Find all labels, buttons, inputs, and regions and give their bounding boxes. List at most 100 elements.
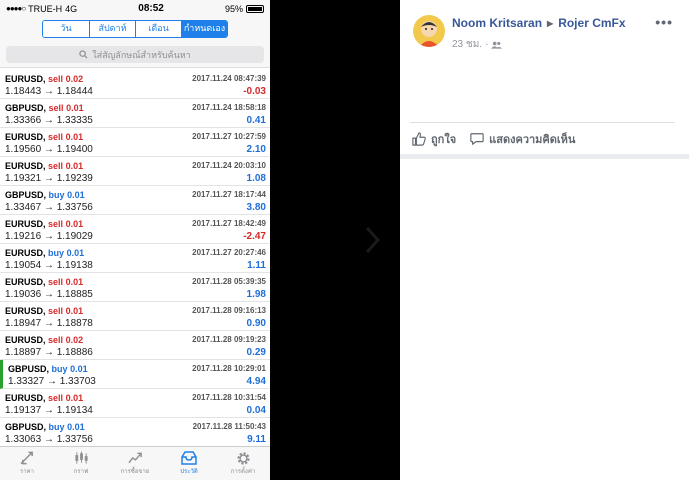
trade-direction: buy 0.01 (48, 248, 84, 258)
mt4-history-screen: ●●●●○ TRUE-H 4G 08:52 95% วัน สัปดาห์ เดือ… (0, 0, 270, 480)
arrow-right-icon: → (43, 347, 54, 358)
trade-symbol: GBPUSD, (5, 422, 47, 432)
trade-prices: 1.33467 → 1.33756 (5, 202, 93, 213)
arrow-right-icon: → (43, 260, 54, 271)
trade-prices: 1.19321 → 1.19239 (5, 173, 93, 184)
trade-row[interactable]: GBPUSD, buy 0.01 2017.11.28 11:50:43 1.330… (0, 418, 270, 447)
trade-direction-label: buy (48, 422, 65, 432)
trade-symbol: EURUSD, (5, 393, 46, 403)
trade-symbol: EURUSD, (5, 248, 46, 258)
trade-direction-label: buy (48, 190, 65, 200)
period-tab[interactable]: สัปดาห์ (89, 21, 135, 37)
period-tab[interactable]: เดือน (135, 21, 181, 37)
trade-row[interactable]: EURUSD, sell 0.02 2017.11.28 09:19:23 1.18… (0, 331, 270, 360)
open-price: 1.18443 (5, 86, 42, 97)
trade-direction: sell 0.01 (48, 277, 83, 287)
trade-row[interactable]: GBPUSD, buy 0.01 2017.11.27 18:17:44 1.334… (0, 186, 270, 215)
trade-direction-label: sell (48, 161, 64, 171)
trade-icon (127, 451, 143, 465)
trade-symbol: EURUSD, (5, 306, 46, 316)
tab-settings[interactable]: การตั้งค่า (216, 447, 270, 480)
close-price: 1.19138 (56, 260, 93, 271)
divider (400, 154, 689, 159)
trade-symbol-line: EURUSD, buy 0.01 (5, 248, 84, 258)
carrier-label: TRUE-H (28, 3, 63, 14)
trade-row[interactable]: EURUSD, sell 0.02 2017.11.24 08:47:39 1.18… (0, 70, 270, 99)
post-time[interactable]: 23 ชม. (452, 37, 482, 52)
trade-row[interactable]: EURUSD, sell 0.01 2017.11.27 18:42:49 1.19… (0, 215, 270, 244)
trade-direction: buy 0.01 (49, 190, 85, 200)
like-button[interactable]: ถูกใจ (412, 130, 456, 148)
trade-direction: sell 0.01 (48, 219, 83, 229)
arrow-right-icon: → (43, 289, 54, 300)
period-tab[interactable]: กำหนดเอง (181, 21, 227, 37)
trade-date: 2017.11.24 18:58:18 (192, 103, 266, 112)
recipient-name[interactable]: Rojer CmFx (558, 16, 625, 30)
trade-symbol: EURUSD, (5, 335, 46, 345)
trade-row[interactable]: GBPUSD, buy 0.01 2017.11.28 10:29:01 1.333… (0, 360, 270, 389)
trade-lot: 0.01 (66, 103, 84, 113)
comment-label: แสดงความคิดเห็น (489, 133, 576, 146)
trade-date: 2017.11.24 20:03:10 (192, 161, 266, 170)
status-bar: ●●●●○ TRUE-H 4G 08:52 95% (0, 0, 270, 17)
post-header: Noom Kritsaran ▶ Rojer CmFx (452, 16, 626, 30)
open-price: 1.19216 (5, 231, 42, 242)
chevron-right-icon[interactable] (362, 225, 382, 255)
trade-date: 2017.11.27 10:27:59 (192, 132, 266, 141)
tab-quotes[interactable]: ราคา (0, 447, 54, 480)
trade-prices: 1.33063 → 1.33756 (5, 434, 93, 445)
arrow-right-icon: → (43, 231, 54, 242)
trade-row[interactable]: EURUSD, sell 0.01 2017.11.24 20:03:10 1.19… (0, 157, 270, 186)
trade-row[interactable]: EURUSD, buy 0.01 2017.11.27 20:27:46 1.190… (0, 244, 270, 273)
tab-trade[interactable]: การซื้อขาย (108, 447, 162, 480)
trade-date: 2017.11.28 10:29:01 (192, 364, 266, 373)
trade-row[interactable]: EURUSD, sell 0.01 2017.11.27 10:27:59 1.19… (0, 128, 270, 157)
trade-row[interactable]: EURUSD, sell 0.01 2017.11.28 05:39:35 1.19… (0, 273, 270, 302)
trade-row[interactable]: EURUSD, sell 0.01 2017.11.28 09:16:13 1.18… (0, 302, 270, 331)
trade-lot: 0.01 (65, 161, 84, 171)
battery-percent: 95% (224, 3, 243, 14)
open-price: 1.33467 (5, 202, 42, 213)
trade-direction: sell 0.01 (48, 161, 83, 171)
dot-separator: · (485, 39, 489, 50)
trade-prices: 1.18897 → 1.18886 (5, 347, 93, 358)
open-price: 1.19321 (5, 173, 42, 184)
battery-icon (246, 4, 264, 13)
trade-profit: 2.10 (246, 144, 266, 155)
more-options-icon[interactable]: ••• (655, 14, 673, 30)
period-selector-bar: วัน สัปดาห์ เดือน กำหนดเอง (0, 17, 270, 41)
open-price: 1.19137 (5, 405, 42, 416)
trade-lot: 0.01 (66, 248, 85, 258)
trade-symbol: GBPUSD, (8, 364, 50, 374)
author-name[interactable]: Noom Kritsaran (452, 16, 542, 30)
trade-prices: 1.19216 → 1.19029 (5, 231, 93, 242)
trade-symbol: EURUSD, (5, 74, 46, 84)
trade-date: 2017.11.28 11:50:43 (192, 422, 266, 431)
trade-prices: 1.19137 → 1.19134 (5, 405, 93, 416)
post-meta: 23 ชม. · (452, 37, 503, 52)
trade-symbol-line: GBPUSD, buy 0.01 (8, 364, 88, 374)
open-price: 1.19036 (5, 289, 42, 300)
trade-symbol: EURUSD, (5, 161, 46, 171)
trade-lot: 0.01 (65, 219, 84, 229)
trade-prices: 1.18947 → 1.18878 (5, 318, 93, 329)
trade-symbol-line: EURUSD, sell 0.01 (5, 132, 83, 142)
tab-chart[interactable]: กราฟ (54, 447, 108, 480)
trade-direction-label: buy (48, 248, 65, 258)
trade-symbol: GBPUSD, (5, 103, 47, 113)
close-price: 1.19029 (56, 231, 93, 242)
trade-symbol-line: GBPUSD, buy 0.01 (5, 422, 85, 432)
tab-label: ราคา (20, 469, 34, 475)
trade-lot: 0.01 (65, 132, 84, 142)
period-tab[interactable]: วัน (43, 21, 89, 37)
avatar[interactable] (413, 15, 445, 47)
trade-prices: 1.19560 → 1.19400 (5, 144, 93, 155)
trade-row[interactable]: EURUSD, sell 0.01 2017.11.28 10:31:54 1.19… (0, 389, 270, 418)
tab-history[interactable]: ประวัติ (162, 447, 216, 480)
trade-prices: 1.19054 → 1.19138 (5, 260, 93, 271)
comment-button[interactable]: แสดงความคิดเห็น (470, 130, 575, 148)
search-input[interactable]: ใส่สัญลักษณ์สำหรับค้นหา (6, 46, 264, 63)
trade-direction: sell 0.02 (48, 335, 83, 345)
trade-direction-label: buy (51, 364, 68, 374)
trade-row[interactable]: GBPUSD, sell 0.01 2017.11.24 18:58:18 1.33… (0, 99, 270, 128)
